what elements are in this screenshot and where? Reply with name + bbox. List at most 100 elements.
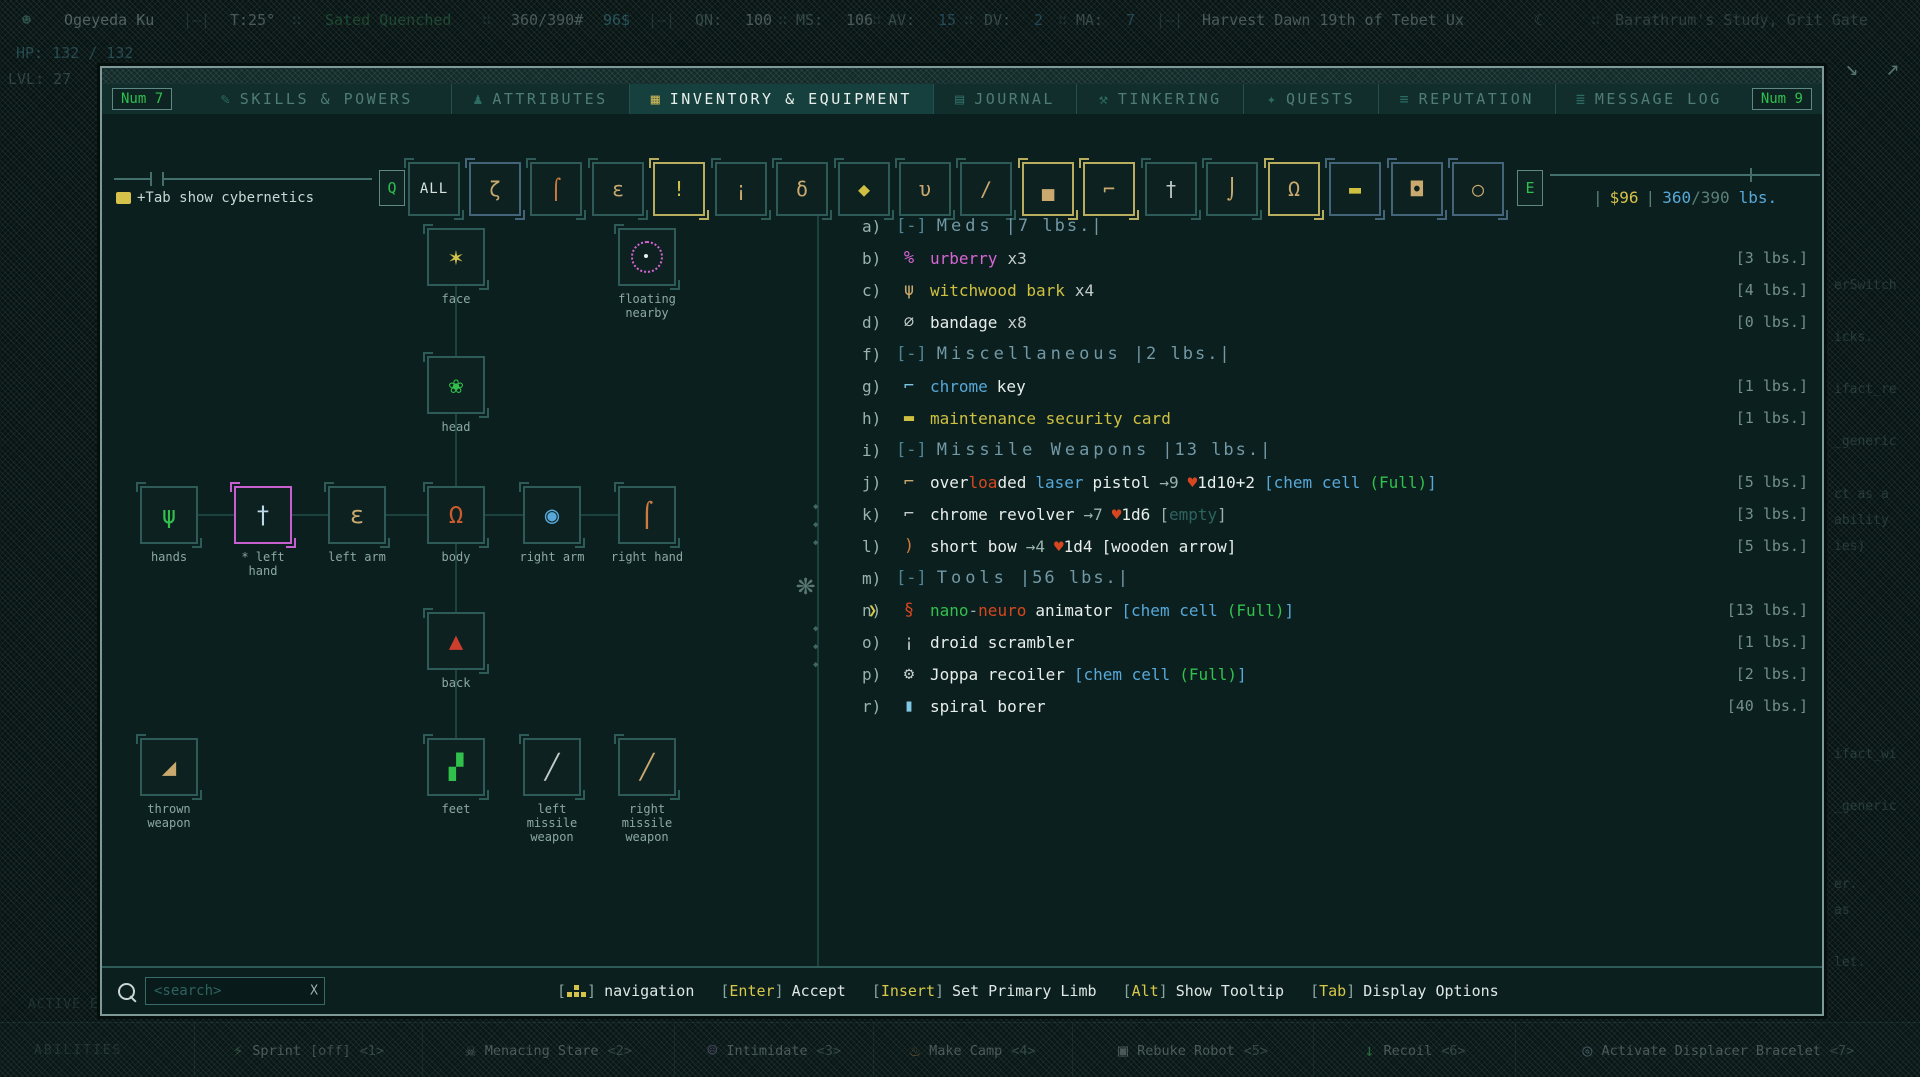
filter-all[interactable]: ALL bbox=[404, 158, 464, 220]
inventory-item-urberry[interactable]: b)% urberry x3 [3 lbs.] bbox=[862, 242, 1808, 274]
filter-applicators[interactable]: ¡ bbox=[711, 158, 771, 220]
bag-icon: ◘ bbox=[1410, 177, 1424, 201]
ability-make-camp[interactable]: ♨ Make Camp <4> bbox=[872, 1023, 1072, 1077]
inventory-item-droid-scrambler[interactable]: o) ¡ droid scrambler [1 lbs.] bbox=[862, 626, 1808, 658]
filter-jewelry[interactable]: ○ bbox=[1448, 158, 1508, 220]
tab-inventory-and-equipment[interactable]: ▦ INVENTORY & EQUIPMENT bbox=[628, 84, 934, 114]
inventory-item-short-bow[interactable]: l)) short bow →4 ♥ 1d4 [wooden arrow] [5 lbs.] bbox=[862, 530, 1808, 562]
filter-missile-weapons[interactable]: ⌐ bbox=[1079, 158, 1139, 220]
ability-sprint[interactable]: ⚡ Sprint [off] <1> bbox=[194, 1023, 422, 1077]
collapse-toggle[interactable]: [-] bbox=[896, 344, 927, 364]
equip-slot-left-missile-weapon[interactable]: ╱ bbox=[519, 734, 585, 800]
hint-key: Alt bbox=[1131, 982, 1159, 1000]
stat-value-ma: 7 bbox=[1126, 11, 1136, 29]
filter-light-sources[interactable]: ⌠ bbox=[526, 158, 586, 220]
item-weight: [0 lbs.] bbox=[1735, 313, 1808, 331]
collapse-toggle[interactable]: [-] bbox=[896, 216, 927, 236]
cell-info: [chem cell bbox=[1073, 664, 1171, 684]
divider-dot: ◆ bbox=[813, 642, 819, 652]
tab-journal[interactable]: ▤ JOURNAL bbox=[933, 84, 1076, 114]
range-stat: →7 bbox=[1083, 504, 1103, 524]
animator-icon: § bbox=[903, 600, 915, 620]
inventory-item-nano-neuro-animator[interactable]: ❯ n) § nano - neuro animator [chem cell (Full)][… bbox=[862, 594, 1808, 626]
ability-recoil[interactable]: ↓ Recoil <6> bbox=[1313, 1023, 1515, 1077]
filter-miscellaneous[interactable]: ▄ bbox=[1018, 158, 1078, 220]
equip-slot-face[interactable]: ✶ bbox=[423, 224, 489, 290]
collapse-toggle[interactable]: [-] bbox=[896, 440, 927, 460]
inventory-category-tools[interactable]: m) [-] Tools |56 lbs.| bbox=[862, 562, 1808, 594]
inventory-category-miscellaneous[interactable]: f) [-] Miscellaneous |2 lbs.| bbox=[862, 338, 1808, 370]
filter-meds[interactable]: ! bbox=[649, 158, 709, 220]
equip-slot-label: head bbox=[441, 420, 471, 434]
tab-attributes[interactable]: ♟ ATTRIBUTES bbox=[451, 84, 628, 114]
inventory-item-chrome-revolver[interactable]: k) ⌐ chrome revolver →7 ♥ 1d6 [empty] [3 lbs.] bbox=[862, 498, 1808, 530]
equip-slot-right-missile-weapon[interactable]: ╱ bbox=[614, 734, 680, 800]
equip-slot-thrown-weapon[interactable]: ◢ bbox=[136, 734, 202, 800]
inventory-item-chrome-key[interactable]: g) ⌐ chrome key [1 lbs.] bbox=[862, 370, 1808, 402]
inventory-category-meds[interactable]: a) [-] Meds |7 lbs.| bbox=[862, 210, 1808, 242]
tab-message-log[interactable]: ≣ MESSAGE LOG bbox=[1554, 84, 1742, 114]
tab-tinkering[interactable]: ⚒ TINKERING bbox=[1076, 84, 1243, 114]
stat-value-dv: 2 bbox=[1034, 11, 1044, 29]
tab-quests[interactable]: ✦ QUESTS bbox=[1243, 84, 1377, 114]
inventory-category-missile-weapons[interactable]: i) [-] Missile Weapons |13 lbs.| bbox=[862, 434, 1808, 466]
equip-slot-right-arm[interactable]: ◉ bbox=[519, 482, 585, 548]
equip-slot-body[interactable]: Ω bbox=[423, 482, 489, 548]
bg-text-fragment: icks. bbox=[1834, 330, 1874, 345]
resize-ne-icon[interactable]: ↗ bbox=[1886, 56, 1899, 81]
equip-slot-right-hand[interactable]: ⌠ bbox=[614, 482, 680, 548]
collapse-toggle[interactable]: [-] bbox=[896, 568, 927, 588]
keycap-icon bbox=[116, 192, 131, 204]
ability-name: Make Camp bbox=[929, 1042, 1003, 1059]
ability-intimidate[interactable]: ☹ Intimidate <3> bbox=[674, 1023, 873, 1077]
stat-label-av: AV: bbox=[888, 11, 916, 29]
filter-water-containers[interactable]: υ bbox=[895, 158, 955, 220]
filter-security-cards[interactable]: ▬ bbox=[1325, 158, 1385, 220]
filter-food[interactable]: ζ bbox=[465, 158, 525, 220]
key-hints: [] navigation [Enter] Accept [Insert] Set P… bbox=[557, 982, 1499, 1000]
inventory-item-spiral-borer[interactable]: r) ▮ spiral borer [40 lbs.] bbox=[862, 690, 1808, 722]
item-name: short bow bbox=[930, 536, 1017, 556]
filter-wands[interactable]: ∕ bbox=[956, 158, 1016, 220]
item-name: bandage bbox=[930, 312, 998, 332]
tab-skills-and-powers[interactable]: ✎ SKILLS & POWERS bbox=[182, 84, 451, 114]
limb-tree-icon[interactable]: ❋ bbox=[796, 564, 815, 602]
filter-trade-goods[interactable]: ◆ bbox=[834, 158, 894, 220]
inventory-item-maintenance-security-card[interactable]: h) ▬ maintenance security card [1 lbs.] bbox=[862, 402, 1808, 434]
inventory-item-witchwood-bark[interactable]: c) ψ witchwood bark x4 [4 lbs.] bbox=[862, 274, 1808, 306]
equip-slot-left-hand[interactable]: † bbox=[230, 482, 296, 548]
inventory-item-bandage[interactable]: d) ∅ bandage x8 [0 lbs.] bbox=[862, 306, 1808, 338]
filter-bags[interactable]: ◘ bbox=[1387, 158, 1447, 220]
equip-slot-feet[interactable]: ▞ bbox=[423, 734, 489, 800]
equip-slot-left-arm[interactable]: ε bbox=[324, 482, 390, 548]
inventory-item-joppa-recoiler[interactable]: p) ⚙ Joppa recoiler [chem cell (Full)] [2 lbs… bbox=[862, 658, 1808, 690]
claw-icon: ε bbox=[611, 177, 625, 201]
filter-natural-weapons[interactable]: ε bbox=[588, 158, 648, 220]
bg-text-fragment: erSwitch bbox=[1834, 278, 1897, 293]
filter-tools[interactable]: Ω bbox=[1264, 158, 1324, 220]
equip-slot-back[interactable]: ▲ bbox=[423, 608, 489, 674]
next-tab-hotkey-badge: Num 9 bbox=[1751, 88, 1812, 110]
ability-activate-displacer-bracelet[interactable]: ◎ Activate Displacer Bracelet <7> bbox=[1515, 1023, 1920, 1077]
cybernetics-hint-text: +Tab show cybernetics bbox=[137, 190, 315, 206]
tab-reputation[interactable]: ≡ REPUTATION bbox=[1377, 84, 1555, 114]
filter-rule-left bbox=[164, 178, 372, 180]
filter-tonics[interactable]: δ bbox=[772, 158, 832, 220]
drams-value: $96 bbox=[1609, 188, 1639, 207]
weight-unit: lbs. bbox=[1738, 188, 1778, 207]
item-name: spiral borer bbox=[930, 696, 1046, 716]
filter-clubs[interactable]: ⌡ bbox=[1202, 158, 1262, 220]
filter-melee-weapons[interactable]: † bbox=[1141, 158, 1201, 220]
equip-slot-head[interactable]: ❀ bbox=[423, 352, 489, 418]
search-input[interactable] bbox=[145, 977, 325, 1005]
ability-rebuke-robot[interactable]: ▣ Rebuke Robot <5> bbox=[1071, 1023, 1314, 1077]
ability-menacing-stare[interactable]: ☠ Menacing Stare <2> bbox=[422, 1023, 674, 1077]
status-divider: |—| bbox=[183, 11, 211, 29]
resize-se-icon[interactable]: ↘ bbox=[1845, 56, 1858, 81]
inventory-item-overloaded-laser-pistol[interactable]: j) ⌐ over loa ded laser pistol →9 ♥ 1d10+2 [chem c… bbox=[862, 466, 1808, 498]
equip-slot-hands[interactable]: ψ bbox=[136, 482, 202, 548]
ability-name: Rebuke Robot bbox=[1137, 1042, 1235, 1059]
equip-slot-floating-nearby[interactable] bbox=[614, 224, 680, 290]
search-clear-button[interactable]: X bbox=[310, 984, 318, 999]
borer-icon: ▮ bbox=[903, 696, 915, 716]
